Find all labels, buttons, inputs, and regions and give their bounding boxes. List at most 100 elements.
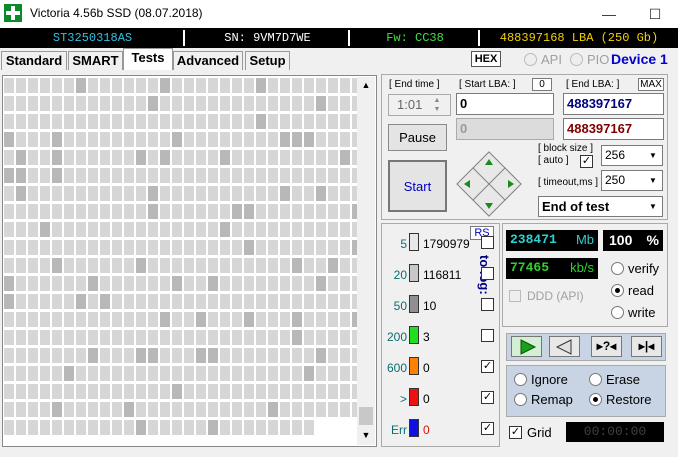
scan-block bbox=[148, 240, 158, 255]
block-auto-checkbox[interactable]: ✓ bbox=[580, 155, 593, 168]
scan-block bbox=[268, 420, 278, 435]
tab-advanced[interactable]: Advanced bbox=[173, 51, 243, 70]
legend-log-checkbox[interactable] bbox=[481, 267, 494, 280]
tab-standard[interactable]: Standard bbox=[1, 51, 67, 70]
scan-block bbox=[28, 366, 38, 381]
restore-radio[interactable] bbox=[589, 393, 602, 406]
scan-block bbox=[208, 258, 218, 273]
scan-block bbox=[232, 96, 242, 111]
scan-block bbox=[328, 366, 338, 381]
scan-block bbox=[292, 348, 302, 363]
device-label[interactable]: Device 1 bbox=[611, 51, 668, 67]
scan-block bbox=[184, 402, 194, 417]
scan-block bbox=[88, 114, 98, 129]
end-time-spin-icon[interactable]: ▲ ▼ bbox=[430, 96, 444, 114]
grid-scrollbar[interactable]: ▲ ▼ bbox=[357, 77, 375, 445]
ignore-radio[interactable] bbox=[514, 373, 527, 386]
max-lba-button[interactable]: MAX bbox=[638, 78, 664, 91]
scan-block bbox=[208, 402, 218, 417]
legend-log-checkbox[interactable] bbox=[481, 298, 494, 311]
scan-block bbox=[76, 294, 86, 309]
scan-block bbox=[160, 78, 170, 93]
read-radio[interactable] bbox=[611, 284, 624, 297]
scan-block bbox=[88, 222, 98, 237]
grid-checkbox[interactable]: ✓ bbox=[509, 426, 522, 439]
verify-label: verify bbox=[628, 261, 660, 276]
timeout-select[interactable]: 250 ▼ bbox=[601, 170, 663, 191]
scan-block bbox=[220, 258, 230, 273]
scan-block bbox=[256, 276, 266, 291]
scan-block bbox=[340, 258, 350, 273]
legend-log-checkbox[interactable]: ✓ bbox=[481, 422, 494, 435]
erase-radio[interactable] bbox=[589, 373, 602, 386]
scan-block bbox=[256, 114, 266, 129]
block-size-select[interactable]: 256 ▼ bbox=[601, 145, 663, 166]
restore-label: Restore bbox=[606, 392, 652, 407]
scan-block bbox=[136, 132, 146, 147]
verify-radio[interactable] bbox=[611, 262, 624, 275]
block-auto-label: [ auto ] bbox=[538, 155, 569, 166]
scan-block bbox=[304, 330, 314, 345]
scan-block bbox=[256, 330, 266, 345]
scan-block bbox=[232, 348, 242, 363]
end-lba-input[interactable]: 488397167 bbox=[563, 93, 664, 115]
scan-block bbox=[160, 384, 170, 399]
minimize-button[interactable]: — bbox=[586, 0, 632, 28]
scroll-up-icon[interactable]: ▲ bbox=[357, 77, 375, 94]
api-radio[interactable] bbox=[524, 53, 537, 66]
start-lba-counter[interactable]: 0 bbox=[532, 78, 552, 91]
end-icon[interactable]: ▸|◂ bbox=[631, 336, 662, 357]
scan-block bbox=[268, 222, 278, 237]
scan-block bbox=[88, 96, 98, 111]
play-icon[interactable] bbox=[511, 336, 542, 357]
scan-block bbox=[184, 312, 194, 327]
scan-block bbox=[16, 78, 26, 93]
scan-block bbox=[88, 258, 98, 273]
tab-smart[interactable]: SMART bbox=[68, 51, 123, 70]
scan-block bbox=[52, 168, 62, 183]
legend-log-checkbox[interactable]: ✓ bbox=[481, 391, 494, 404]
pause-button[interactable]: Pause bbox=[388, 124, 447, 151]
scroll-down-icon[interactable]: ▼ bbox=[357, 427, 375, 444]
legend-count: 116811 bbox=[423, 268, 462, 282]
write-radio[interactable] bbox=[611, 306, 624, 319]
scan-block bbox=[160, 96, 170, 111]
legend-log-checkbox[interactable] bbox=[481, 236, 494, 249]
tab-setup[interactable]: Setup bbox=[245, 51, 290, 70]
step-icon[interactable]: ▸?◂ bbox=[591, 336, 622, 357]
start-lba-input[interactable]: 0 bbox=[456, 93, 554, 115]
scan-block bbox=[232, 186, 242, 201]
start-button[interactable]: Start bbox=[388, 160, 447, 212]
scan-block bbox=[220, 384, 230, 399]
scan-block bbox=[148, 366, 158, 381]
scan-block bbox=[220, 276, 230, 291]
legend-log-checkbox[interactable]: ✓ bbox=[481, 360, 494, 373]
scan-block bbox=[184, 384, 194, 399]
scan-block bbox=[52, 186, 62, 201]
progress-percent-display: 100 % bbox=[603, 230, 663, 251]
scan-block bbox=[172, 96, 182, 111]
scan-block bbox=[160, 204, 170, 219]
scan-block bbox=[172, 258, 182, 273]
scan-block bbox=[208, 294, 218, 309]
end-action-select[interactable]: End of test ▼ bbox=[538, 196, 663, 217]
back-icon[interactable] bbox=[549, 336, 580, 357]
scan-block bbox=[280, 294, 290, 309]
scan-block bbox=[184, 96, 194, 111]
scan-block bbox=[184, 168, 194, 183]
hex-button[interactable]: HEX bbox=[471, 51, 501, 67]
legend-log-checkbox[interactable] bbox=[481, 329, 494, 342]
scan-block bbox=[148, 186, 158, 201]
scan-block bbox=[268, 348, 278, 363]
tab-tests[interactable]: Tests bbox=[123, 48, 173, 70]
scan-block bbox=[340, 366, 350, 381]
scan-block bbox=[184, 348, 194, 363]
scan-block bbox=[184, 330, 194, 345]
direction-pad[interactable] bbox=[455, 150, 523, 218]
maximize-button[interactable]: ☐ bbox=[632, 0, 678, 28]
ddd-checkbox[interactable] bbox=[509, 290, 521, 302]
pio-radio[interactable] bbox=[570, 53, 583, 66]
scan-block bbox=[208, 114, 218, 129]
remap-radio[interactable] bbox=[514, 393, 527, 406]
scroll-thumb[interactable] bbox=[359, 407, 373, 425]
